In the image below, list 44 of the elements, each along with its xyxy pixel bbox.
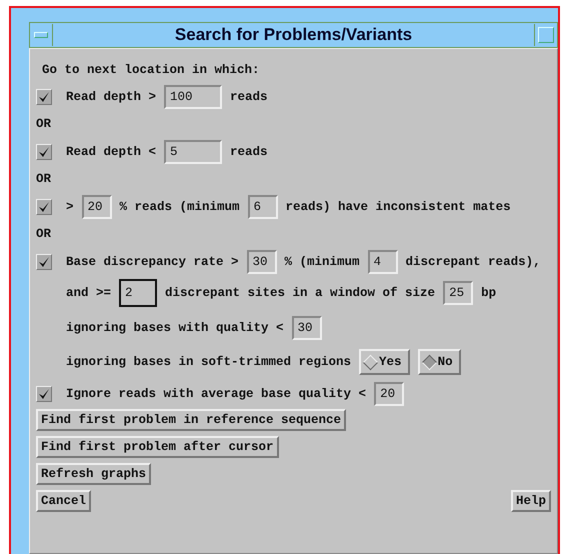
checkbox[interactable] (36, 254, 52, 270)
label-text: bp (481, 286, 496, 300)
label-text: reads (230, 144, 268, 158)
label-text: OR (36, 227, 52, 241)
input-field[interactable]: 2 (119, 279, 158, 307)
label-text: discrepant sites in a window of size (165, 286, 436, 300)
window-title: Search for Problems/Variants (174, 25, 414, 45)
label-text: % (minimum (284, 254, 360, 268)
input-field[interactable]: 30 (292, 316, 322, 340)
maximize-button[interactable] (534, 24, 557, 46)
input-field[interactable]: 6 (248, 194, 278, 218)
input-field[interactable]: 25 (443, 281, 474, 305)
input-field[interactable]: 100 (164, 84, 222, 108)
label-text: OR (36, 117, 52, 131)
label-text: Read depth < (66, 144, 156, 158)
input-field[interactable]: 30 (246, 250, 277, 274)
action-button[interactable]: Find first problem after cursor (36, 436, 279, 458)
checkbox[interactable] (36, 88, 52, 104)
label-text: and >= (66, 286, 112, 300)
label-text: Read depth > (66, 90, 156, 104)
label-text: Go to next location in which: (42, 63, 260, 77)
label-text: reads) have inconsistent mates (286, 200, 511, 214)
input-field[interactable]: 20 (374, 382, 404, 406)
label-text: Ignore reads with average base quality < (66, 386, 366, 400)
label-text: discrepant reads), (406, 254, 541, 268)
label-text: ignoring bases in soft-trimmed regions (66, 355, 352, 369)
action-button[interactable]: Find first problem in reference sequence (36, 409, 346, 431)
label-text: OR (36, 172, 52, 186)
input-field[interactable]: 4 (368, 250, 398, 274)
dialog-button[interactable]: Cancel (36, 490, 92, 512)
action-button[interactable]: Refresh graphs (36, 463, 152, 485)
label-text: reads (230, 90, 268, 104)
checkbox[interactable] (36, 198, 52, 214)
checkbox[interactable] (36, 144, 52, 160)
label-text: > (66, 200, 74, 214)
radio-button[interactable]: Yes (359, 349, 410, 375)
input-field[interactable]: 20 (82, 194, 112, 218)
label-text: % reads (minimum (120, 200, 240, 214)
radio-button[interactable]: No (418, 349, 461, 375)
label-text: Base discrepancy rate > (66, 254, 239, 268)
label-text: ignoring bases with quality < (66, 320, 284, 334)
checkbox[interactable] (36, 386, 52, 402)
input-field[interactable]: 5 (164, 140, 222, 164)
dialog-button[interactable]: Help (510, 490, 551, 512)
